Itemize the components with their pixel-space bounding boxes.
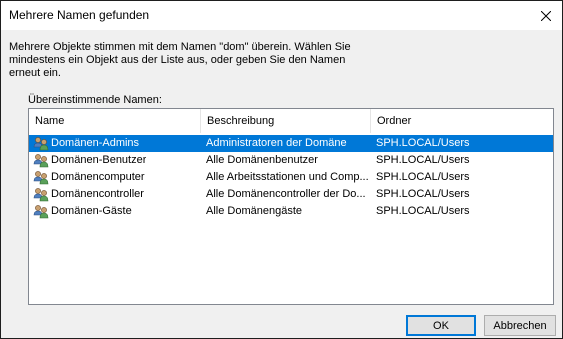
list-item-name-text: Domänen-Gäste bbox=[51, 205, 132, 217]
list-item-description: Alle Arbeitsstationen und Comp... bbox=[206, 171, 369, 183]
group-icon bbox=[33, 204, 49, 220]
list-item-description: Alle Domänencontroller der Do... bbox=[206, 188, 366, 200]
list-item-description: Administratoren der Domäne bbox=[206, 137, 347, 149]
list-item-name: Domänencomputer bbox=[33, 169, 201, 186]
list-item-description: Alle Domänengäste bbox=[206, 205, 303, 217]
list-item[interactable]: Domänen-Benutzer Alle Domänenbenutzer SPH.… bbox=[29, 152, 553, 169]
list-item-folder: SPH.LOCAL/Users bbox=[376, 188, 470, 200]
title-bar: Mehrere Namen gefunden bbox=[1, 1, 562, 30]
dialog-message: Mehrere Objekte stimmen mit dem Namen "d… bbox=[9, 41, 351, 79]
list-item-folder: SPH.LOCAL/Users bbox=[376, 137, 470, 149]
list-item-folder: SPH.LOCAL/Users bbox=[376, 171, 470, 183]
list-item[interactable]: Domänen-Gäste Alle Domänengäste SPH.LOCAL/… bbox=[29, 203, 553, 220]
dialog-window: Mehrere Namen gefunden Mehrere Objekte s… bbox=[0, 0, 563, 339]
group-icon bbox=[33, 170, 49, 186]
close-button[interactable] bbox=[530, 1, 562, 30]
list-item-name-text: Domänen-Admins bbox=[51, 137, 140, 149]
cancel-button[interactable]: Abbrechen bbox=[484, 315, 556, 336]
list-item[interactable]: Domänencomputer Alle Arbeitsstationen und… bbox=[29, 169, 553, 186]
list-item-description: Alle Domänenbenutzer bbox=[206, 154, 318, 166]
column-header-name[interactable]: Name bbox=[29, 109, 201, 133]
list-item-folder: SPH.LOCAL/Users bbox=[376, 205, 470, 217]
group-icon bbox=[33, 187, 49, 203]
list-item-name: Domänen-Gäste bbox=[33, 203, 201, 220]
matching-names-list[interactable]: Name Beschreibung Ordner Domänen-Admins A… bbox=[28, 108, 554, 305]
list-item-name-text: Domänencomputer bbox=[51, 171, 145, 183]
list-item-name: Domänen-Admins bbox=[33, 135, 201, 152]
list-header: Name Beschreibung Ordner bbox=[29, 109, 553, 133]
list-item-name-text: Domänencontroller bbox=[51, 188, 144, 200]
close-icon bbox=[541, 10, 551, 21]
list-item-name: Domänencontroller bbox=[33, 186, 201, 203]
list-item-name-text: Domänen-Benutzer bbox=[51, 154, 147, 166]
column-header-folder[interactable]: Ordner bbox=[371, 109, 553, 133]
group-icon bbox=[33, 153, 49, 169]
group-icon bbox=[33, 136, 49, 152]
list-item-folder: SPH.LOCAL/Users bbox=[376, 154, 470, 166]
list-label: Übereinstimmende Namen: bbox=[28, 94, 162, 106]
list-item-name: Domänen-Benutzer bbox=[33, 152, 201, 169]
window-title: Mehrere Namen gefunden bbox=[9, 8, 150, 22]
list-item[interactable]: Domänen-Admins Administratoren der Domäne… bbox=[29, 135, 553, 152]
column-header-description[interactable]: Beschreibung bbox=[201, 109, 371, 133]
ok-button[interactable]: OK bbox=[406, 315, 476, 336]
list-item[interactable]: Domänencontroller Alle Domänencontroller … bbox=[29, 186, 553, 203]
